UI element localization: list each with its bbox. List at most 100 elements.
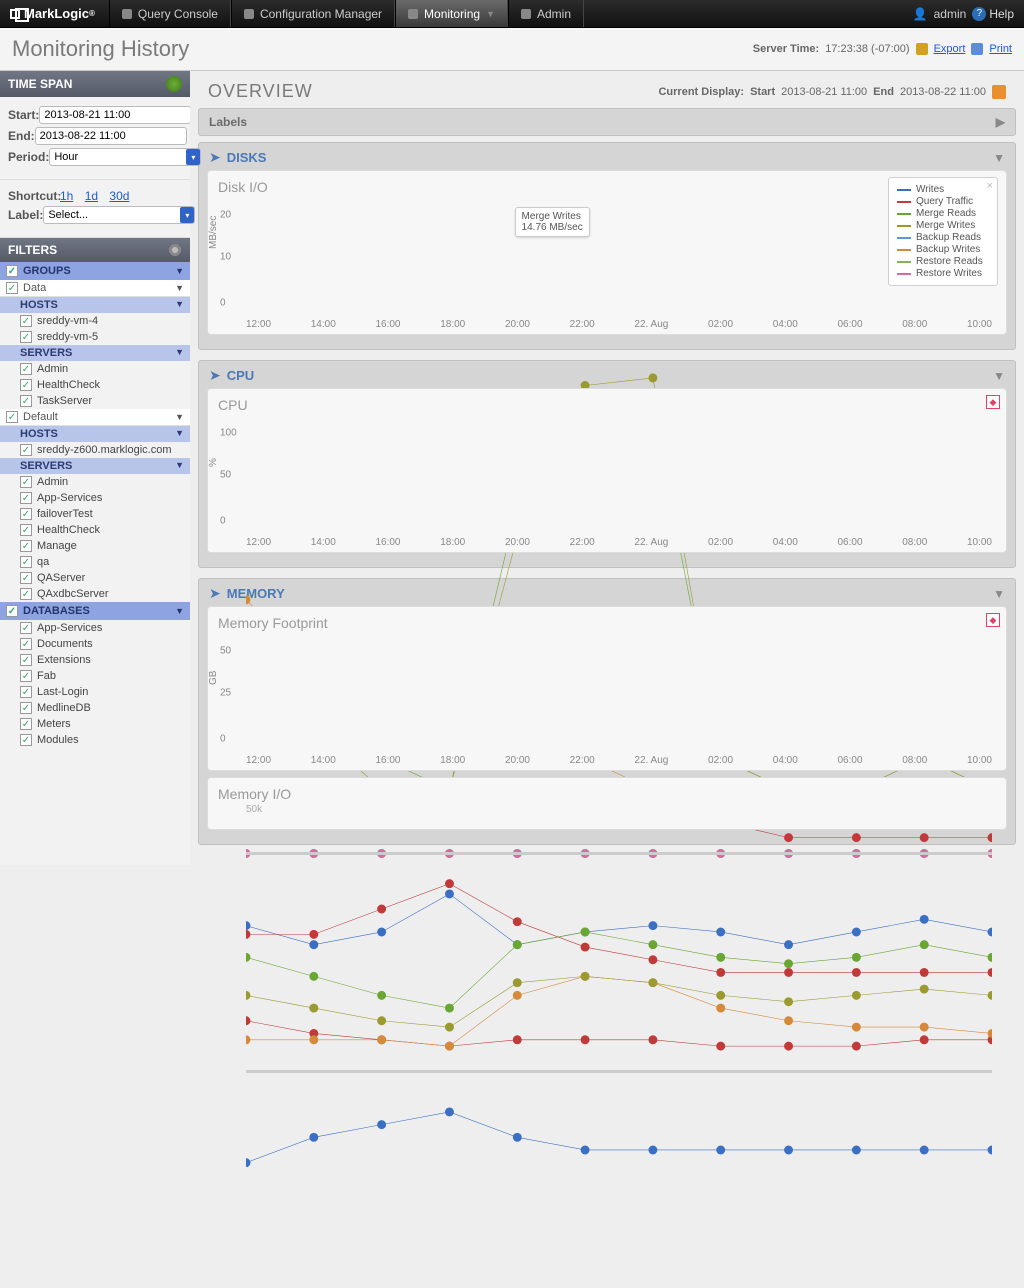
filter-db-item[interactable]: Fab: [0, 668, 190, 684]
shortcut-30d[interactable]: 30d: [109, 189, 129, 203]
chevron-down-icon[interactable]: ▾: [180, 207, 194, 223]
play-icon[interactable]: ▶: [996, 115, 1005, 129]
refresh-icon[interactable]: [166, 76, 182, 92]
filter-item[interactable]: qa: [0, 554, 190, 570]
print-link[interactable]: Print: [989, 43, 1012, 55]
filter-item[interactable]: TaskServer: [0, 393, 190, 409]
gear-icon: [244, 9, 254, 19]
legend-item[interactable]: Restore Writes: [897, 268, 989, 279]
checkbox-icon[interactable]: [20, 363, 32, 375]
help-link[interactable]: ?Help: [972, 7, 1014, 21]
gear-icon[interactable]: [168, 243, 182, 257]
filter-db-item[interactable]: MedlineDB: [0, 700, 190, 716]
checkbox-icon[interactable]: [20, 638, 32, 650]
checkbox-icon[interactable]: [20, 654, 32, 666]
disks-title: DISKS: [227, 150, 267, 165]
filter-item[interactable]: failoverTest: [0, 506, 190, 522]
legend-item[interactable]: Merge Writes: [897, 220, 989, 231]
filter-databases[interactable]: DATABASES▼: [0, 602, 190, 620]
filter-item[interactable]: Admin: [0, 361, 190, 377]
end-input[interactable]: [35, 127, 187, 145]
checkbox-icon[interactable]: [6, 605, 18, 617]
filter-item[interactable]: sreddy-z600.marklogic.com: [0, 442, 190, 458]
shortcut-1d[interactable]: 1d: [85, 189, 98, 203]
monitor-icon: [408, 9, 418, 19]
filter-item[interactable]: Admin: [0, 474, 190, 490]
filter-db-item[interactable]: App-Services: [0, 620, 190, 636]
checkbox-icon[interactable]: [20, 588, 32, 600]
checkbox-icon[interactable]: [20, 540, 32, 552]
filter-item[interactable]: HealthCheck: [0, 377, 190, 393]
checkbox-icon[interactable]: [20, 315, 32, 327]
legend-item[interactable]: Restore Reads: [897, 256, 989, 267]
filter-db-item[interactable]: Extensions: [0, 652, 190, 668]
start-input[interactable]: [39, 106, 191, 124]
start-label: Start:: [8, 108, 39, 122]
checkbox-icon[interactable]: [20, 734, 32, 746]
filter-item[interactable]: QAxdbcServer: [0, 586, 190, 602]
checkbox-icon[interactable]: [6, 282, 18, 294]
period-select[interactable]: [49, 148, 201, 166]
legend-item[interactable]: Writes: [897, 184, 989, 195]
filter-subgroup[interactable]: HOSTS▼: [0, 426, 190, 442]
filter-item[interactable]: App-Services: [0, 490, 190, 506]
filter-subgroup[interactable]: HOSTS▼: [0, 297, 190, 313]
filter-db-item[interactable]: Modules: [0, 732, 190, 748]
refresh-icon[interactable]: [992, 85, 1006, 99]
checkbox-icon[interactable]: [20, 670, 32, 682]
label-select[interactable]: [43, 206, 195, 224]
user-name[interactable]: admin: [934, 7, 967, 21]
checkbox-icon[interactable]: [20, 622, 32, 634]
export-link[interactable]: Export: [934, 43, 966, 55]
collapse-icon[interactable]: ▼: [993, 369, 1005, 383]
checkbox-icon[interactable]: [6, 411, 18, 423]
checkbox-icon[interactable]: [6, 265, 18, 277]
filter-item[interactable]: QAServer: [0, 570, 190, 586]
checkbox-icon[interactable]: [20, 556, 32, 568]
checkbox-icon[interactable]: [20, 572, 32, 584]
checkbox-icon[interactable]: [20, 395, 32, 407]
filter-item[interactable]: sreddy-vm-4: [0, 313, 190, 329]
nav-tab-admin[interactable]: Admin: [508, 0, 584, 27]
legend-item[interactable]: Backup Writes: [897, 244, 989, 255]
chevron-down-icon[interactable]: ▾: [186, 149, 200, 165]
filter-item[interactable]: sreddy-vm-5: [0, 329, 190, 345]
checkbox-icon[interactable]: [20, 331, 32, 343]
checkbox-icon[interactable]: [20, 444, 32, 456]
checkbox-icon[interactable]: [20, 379, 32, 391]
filter-db-item[interactable]: Last-Login: [0, 684, 190, 700]
nav-tab-config[interactable]: Configuration Manager: [231, 0, 395, 27]
legend-item[interactable]: Backup Reads: [897, 232, 989, 243]
filter-subgroup[interactable]: SERVERS▼: [0, 345, 190, 361]
legend-item[interactable]: Merge Reads: [897, 208, 989, 219]
filter-data-row[interactable]: Data▼: [0, 280, 190, 297]
filter-subgroup[interactable]: SERVERS▼: [0, 458, 190, 474]
filter-item[interactable]: Manage: [0, 538, 190, 554]
filter-data-row[interactable]: Default▼: [0, 409, 190, 426]
filters-tree: Data▼HOSTS▼sreddy-vm-4sreddy-vm-5SERVERS…: [0, 280, 190, 602]
filter-db-item[interactable]: Meters: [0, 716, 190, 732]
checkbox-icon[interactable]: [20, 508, 32, 520]
legend-item[interactable]: Query Traffic: [897, 196, 989, 207]
collapse-icon[interactable]: ▼: [993, 151, 1005, 165]
filter-db-item[interactable]: Documents: [0, 636, 190, 652]
close-icon[interactable]: ×: [987, 180, 993, 192]
labels-strip[interactable]: Labels▶: [198, 108, 1016, 136]
nav-tab-query[interactable]: Query Console: [109, 0, 231, 27]
checkbox-icon[interactable]: [20, 686, 32, 698]
pin-icon[interactable]: ◆: [986, 613, 1000, 627]
collapse-icon[interactable]: ▼: [993, 587, 1005, 601]
checkbox-icon[interactable]: [20, 718, 32, 730]
checkbox-icon[interactable]: [20, 702, 32, 714]
checkbox-icon[interactable]: [20, 476, 32, 488]
filter-item[interactable]: HealthCheck: [0, 522, 190, 538]
checkbox-icon[interactable]: [20, 524, 32, 536]
checkbox-icon[interactable]: [20, 492, 32, 504]
nav-tab-monitoring[interactable]: Monitoring▼: [395, 0, 508, 27]
server-time: Server Time: 17:23:38 (-07:00) Export Pr…: [753, 43, 1012, 55]
filter-groups[interactable]: GROUPS▼: [0, 262, 190, 280]
pin-icon[interactable]: ◆: [986, 395, 1000, 409]
chevron-down-icon: ▼: [175, 428, 184, 440]
shortcut-1h[interactable]: 1h: [60, 189, 73, 203]
export-icon: [916, 43, 928, 55]
